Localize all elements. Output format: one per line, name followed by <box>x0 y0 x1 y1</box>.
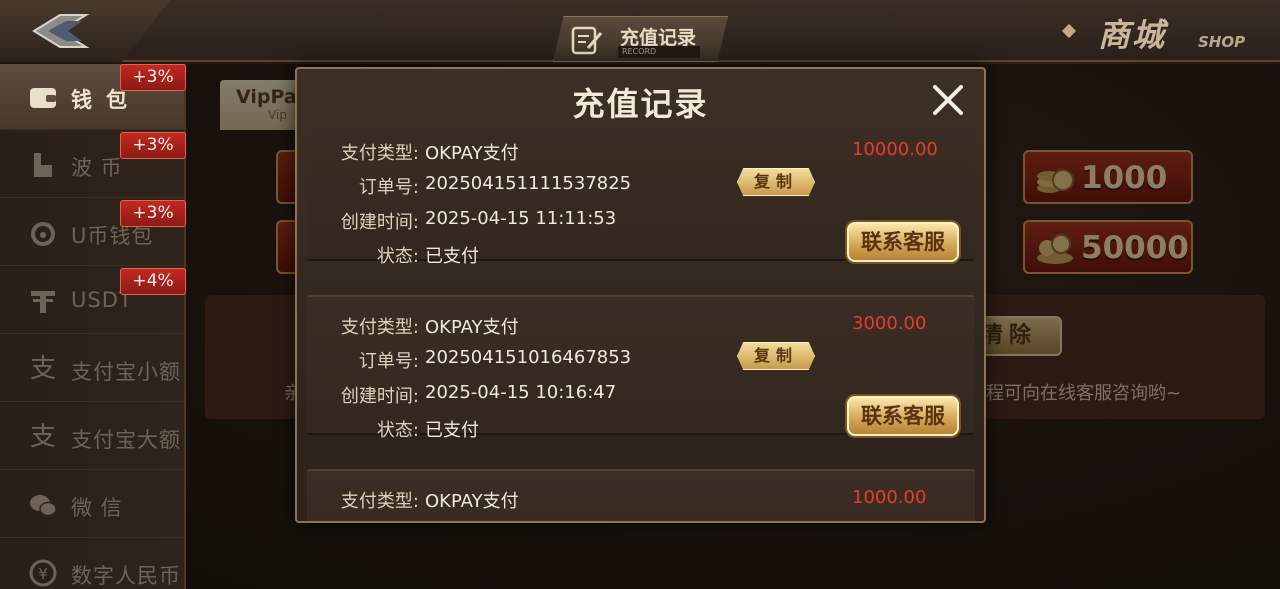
digital-rmb-icon: ¥ <box>28 559 58 587</box>
sidebar-item-label: 支付宝大额 <box>71 428 181 452</box>
created-label: 创建时间: <box>340 212 419 233</box>
sidebar-item-wechat[interactable]: 微 信 <box>0 472 184 538</box>
status-label: 状态: <box>376 420 419 441</box>
sidebar-item-bobi[interactable]: 波 币 +3% <box>0 132 186 198</box>
sidebar-item-alipay-large[interactable]: 支 支付宝大额 <box>0 404 184 470</box>
sidebar-item-wallet[interactable]: 钱包 +3% <box>0 64 186 130</box>
alipay-icon: 支 <box>29 422 56 452</box>
payment-method-sidebar: 钱包 +3% 波 币 +3% U币钱包 +3% USDT +4% 支 支付宝小额… <box>0 64 186 589</box>
order-no-value: 202504151016467853 <box>425 347 632 368</box>
wallet-icon <box>28 83 58 111</box>
close-icon[interactable] <box>927 79 969 121</box>
top-bar: 充值记录 RECORD 商城 SHOP <box>0 0 1280 62</box>
bonus-badge: +4% <box>120 268 186 295</box>
record-note-icon <box>571 26 603 55</box>
pay-type-label: 支付类型: <box>340 491 419 512</box>
pay-type-label: 支付类型: <box>340 143 419 164</box>
alipay-icon: 支 <box>29 354 56 384</box>
shop-screen: 充值记录 RECORD 商城 SHOP 钱包 +3% 波 币 +3% U币钱包 <box>0 0 1280 589</box>
order-no-label: 订单号: <box>358 351 419 372</box>
created-value: 2025-04-15 10:16:47 <box>425 382 617 403</box>
record-item: 支付类型: OKPAY支付 3000.00 订单号: 2025041510164… <box>307 295 975 441</box>
bonus-badge: +3% <box>120 64 186 91</box>
dialog-header: 充值记录 <box>297 69 984 131</box>
contact-service-button[interactable]: 联系客服 <box>847 222 959 262</box>
sidebar-item-label: 支付宝小额 <box>71 360 181 384</box>
bonus-badge: +3% <box>120 132 186 159</box>
status-value: 已支付 <box>425 246 479 267</box>
bobi-icon <box>28 151 58 179</box>
copy-button[interactable]: 复制 <box>737 168 815 196</box>
contact-service-button[interactable]: 联系客服 <box>847 396 959 436</box>
order-no-label: 订单号: <box>358 177 419 198</box>
order-no-value: 2025041511115378​25 <box>425 173 632 194</box>
svg-text:¥: ¥ <box>38 565 48 583</box>
pay-type-value: OKPAY支付 <box>425 317 519 338</box>
recharge-record-dialog: 充值记录 支付类型: OKPAY支付 10000.00 订单号: 2025041… <box>295 67 986 523</box>
status-value: 已支付 <box>425 420 479 441</box>
wechat-icon <box>28 491 58 519</box>
sidebar-item-usdt[interactable]: USDT +4% <box>0 268 186 334</box>
pay-type-value: OKPAY支付 <box>425 143 519 164</box>
page-title-sub: RECORD <box>618 46 700 58</box>
shop-title: 商城 <box>1098 16 1167 54</box>
u-coin-icon <box>28 219 58 247</box>
sidebar-item-label: 数字人民币 <box>71 564 181 588</box>
dialog-title: 充值记录 <box>572 85 709 123</box>
record-item: 支付类型: OKPAY支付 10000.00 订单号: 202504151111… <box>307 131 975 267</box>
sidebar-item-label: 微 信 <box>71 496 123 520</box>
sidebar-item-alipay-small[interactable]: 支 支付宝小额 <box>0 336 184 402</box>
copy-button[interactable]: 复制 <box>737 342 815 370</box>
created-label: 创建时间: <box>340 386 419 407</box>
usdt-icon <box>28 287 58 315</box>
page-title-plate: 充值记录 RECORD <box>553 16 728 62</box>
pay-type-label: 支付类型: <box>340 317 419 338</box>
diamond-icon <box>1061 23 1077 39</box>
created-value: 2025-04-15 11:11:53 <box>425 208 617 229</box>
back-button[interactable] <box>0 0 170 62</box>
bonus-badge: +3% <box>120 200 186 227</box>
record-item: 支付类型: OKPAY支付 1000.00 <box>307 469 975 521</box>
status-label: 状态: <box>376 246 419 267</box>
sidebar-item-u-coin[interactable]: U币钱包 +3% <box>0 200 186 266</box>
pay-type-value: OKPAY支付 <box>425 491 519 512</box>
shop-title-en: SHOP <box>1198 33 1246 51</box>
record-list[interactable]: 支付类型: OKPAY支付 10000.00 订单号: 202504151111… <box>307 131 975 521</box>
sidebar-item-label: 波 币 <box>71 156 123 180</box>
amount-value: 3000.00 <box>852 313 927 334</box>
amount-value: 10000.00 <box>852 139 938 160</box>
amount-value: 1000.00 <box>852 487 927 508</box>
sidebar-item-digital-rmb[interactable]: ¥ 数字人民币 <box>0 540 184 589</box>
back-arrow-icon <box>32 14 90 48</box>
